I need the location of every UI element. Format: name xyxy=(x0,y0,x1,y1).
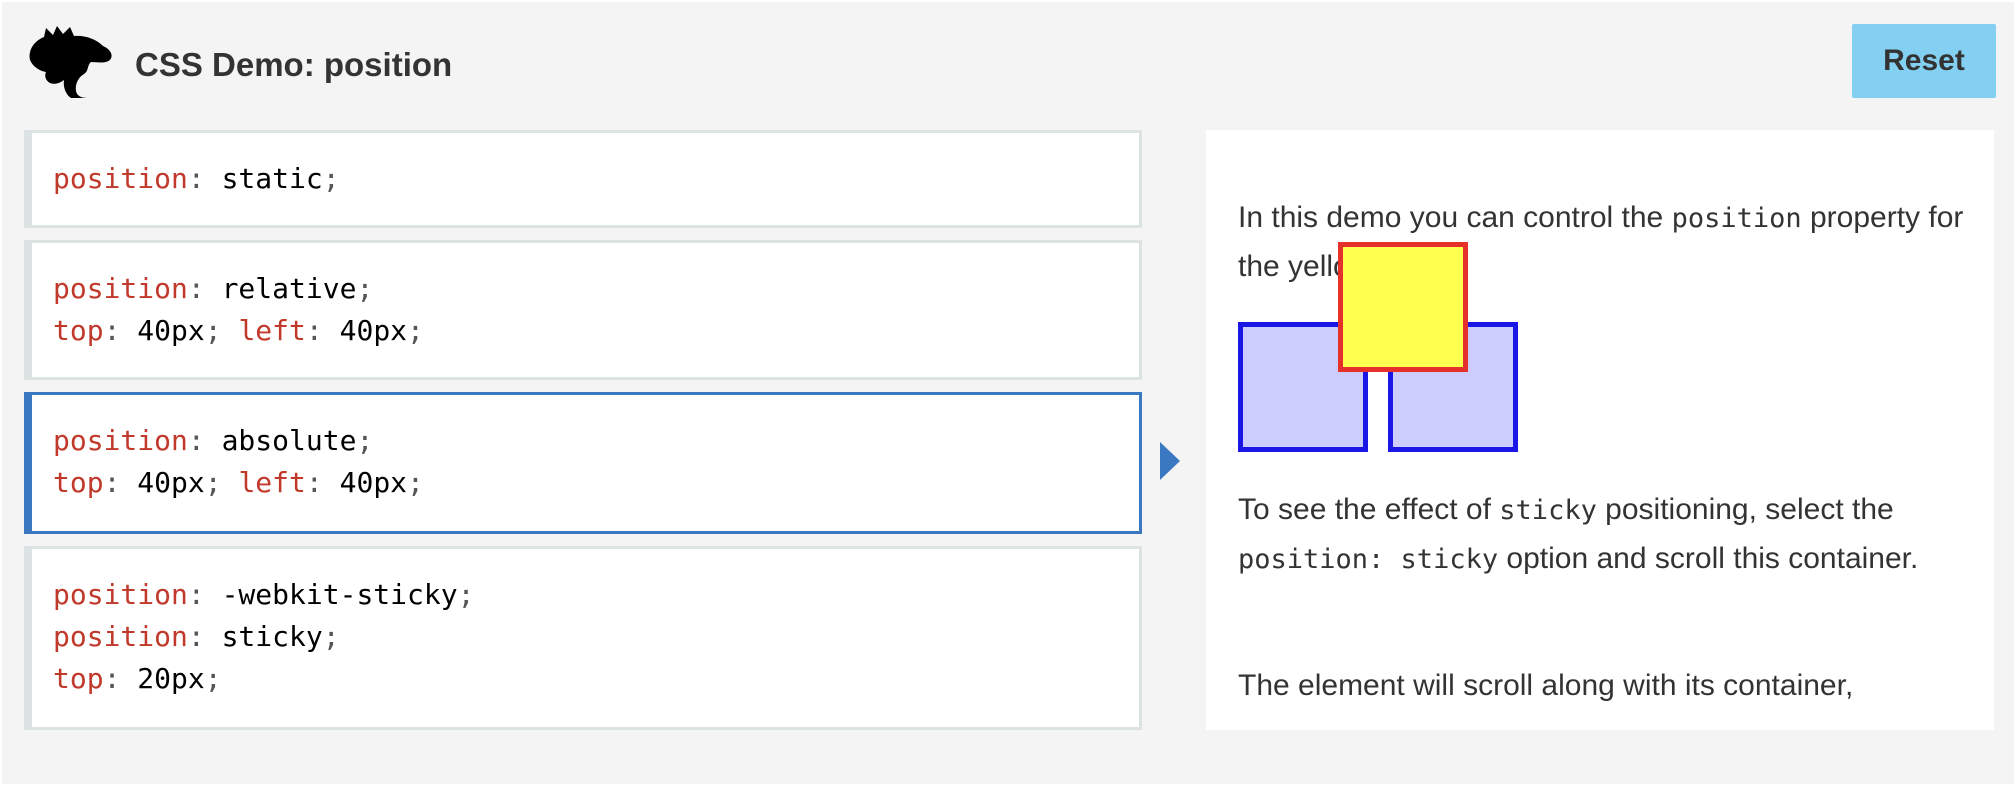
css-punctuation: : xyxy=(187,578,222,611)
code-line: position: absolute; xyxy=(53,420,1139,462)
css-value: sticky xyxy=(221,620,323,653)
css-property: position xyxy=(53,424,188,457)
sticky-code: sticky xyxy=(1499,495,1597,526)
css-value: static xyxy=(221,162,323,195)
css-punctuation: : xyxy=(103,466,138,499)
css-punctuation: ; xyxy=(457,578,475,611)
css-punctuation: ; xyxy=(204,314,239,347)
css-value: 40px xyxy=(137,314,205,347)
css-property: top xyxy=(53,662,104,695)
css-punctuation: ; xyxy=(204,662,222,695)
reset-button[interactable]: Reset xyxy=(1852,24,1996,98)
css-property: position xyxy=(53,272,188,305)
css-punctuation: : xyxy=(187,424,222,457)
code-line: position: sticky; xyxy=(53,616,1139,658)
code-line: top: 20px; xyxy=(53,658,1139,700)
css-value: absolute xyxy=(221,424,357,457)
css-property: top xyxy=(53,314,104,347)
css-value: -webkit-sticky xyxy=(221,578,458,611)
code-line: top: 40px; left: 40px; xyxy=(53,462,1139,504)
sticky-paragraph: To see the effect of sticky positioning,… xyxy=(1238,493,1919,575)
css-punctuation: : xyxy=(187,272,222,305)
css-punctuation: : xyxy=(187,162,222,195)
position-code: position xyxy=(1671,203,1802,234)
css-property: position xyxy=(53,578,188,611)
dinosaur-logo-icon xyxy=(29,26,112,98)
code-line: position: static; xyxy=(53,158,1139,200)
css-value: 40px xyxy=(339,314,408,347)
css-punctuation: : xyxy=(103,314,138,347)
css-value: relative xyxy=(221,272,357,305)
option-position-absolute[interactable]: position: absolute; top: 40px; left: 40px… xyxy=(24,392,1142,534)
css-punctuation: : xyxy=(103,662,138,695)
css-demo-app: CSS Demo: position Reset position: stati… xyxy=(2,2,2014,784)
css-punctuation: : xyxy=(187,620,222,653)
output-panel[interactable]: In this demo you can control the positio… xyxy=(1206,130,1994,730)
css-property: position xyxy=(53,620,188,653)
position-sticky-code: position: sticky xyxy=(1238,544,1499,575)
css-punctuation: ; xyxy=(356,424,374,457)
css-value: 40px xyxy=(137,466,205,499)
css-punctuation: : xyxy=(305,466,340,499)
css-property: position xyxy=(53,162,188,195)
yellow-box xyxy=(1338,242,1468,372)
css-value: 40px xyxy=(339,466,408,499)
css-value: 20px xyxy=(137,662,205,695)
css-punctuation: ; xyxy=(322,620,340,653)
css-punctuation: ; xyxy=(407,314,424,347)
code-line: position: -webkit-sticky; xyxy=(53,574,1139,616)
page-title: CSS Demo: position xyxy=(135,46,453,83)
selected-option-arrow-icon xyxy=(1160,442,1180,480)
scroll-paragraph: The element will scroll along with its c… xyxy=(1238,669,1854,702)
css-property: left xyxy=(238,466,306,499)
code-line: position: relative; xyxy=(53,268,1139,310)
css-punctuation: ; xyxy=(356,272,374,305)
css-property: top xyxy=(53,466,104,499)
css-punctuation: ; xyxy=(407,466,424,499)
css-property: left xyxy=(238,314,306,347)
css-punctuation: ; xyxy=(322,162,340,195)
option-position-static[interactable]: position: static; xyxy=(24,130,1142,228)
option-position-sticky[interactable]: position: -webkit-sticky; position: stick… xyxy=(24,546,1142,730)
css-punctuation: ; xyxy=(204,466,239,499)
css-punctuation: : xyxy=(305,314,340,347)
code-line: top: 40px; left: 40px; xyxy=(53,310,1139,352)
option-position-relative[interactable]: position: relative; top: 40px; left: 40px… xyxy=(24,240,1142,380)
